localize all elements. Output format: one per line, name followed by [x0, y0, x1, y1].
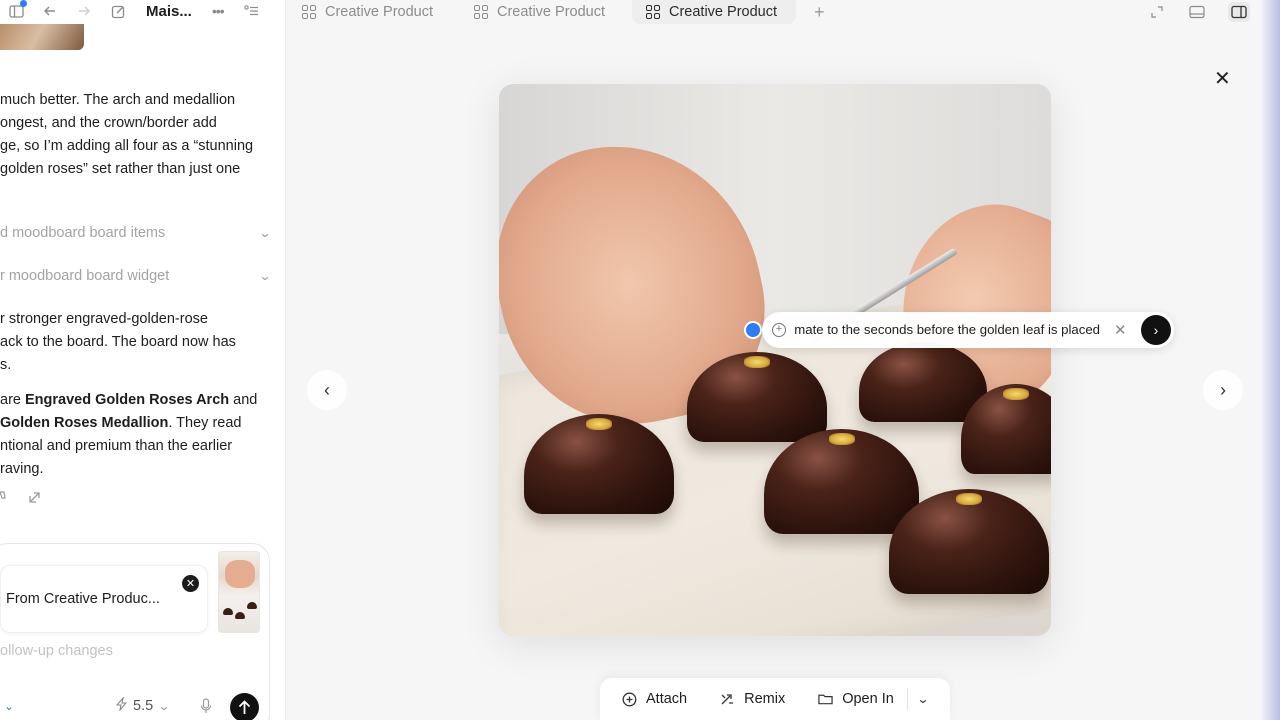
chat-message-line: s. — [0, 357, 12, 373]
panel-right-icon[interactable] — [1228, 2, 1250, 22]
divider — [906, 688, 908, 710]
attachment-label: From Creative Produc... — [6, 591, 160, 607]
open-in-label: Open In — [842, 691, 894, 707]
chat-message-line: ongest, and the crown/border add — [0, 115, 217, 131]
model-selector[interactable]: 5.5 ⌄ — [115, 696, 171, 715]
chevron-down-icon[interactable]: ⌄ — [4, 699, 14, 713]
send-button[interactable] — [230, 693, 259, 720]
panel-bottom-icon[interactable] — [1188, 3, 1206, 21]
chat-message-line: are Engraved Golden Roses Arch and — [0, 389, 257, 412]
tool-call-row[interactable]: d moodboard board items ⌄ — [0, 223, 272, 243]
gold-leaf — [956, 493, 982, 505]
image-action-bar: Attach Remix Open In ⌄ — [600, 678, 950, 720]
tab-label: Creative Product — [669, 4, 777, 20]
desktop-edge — [1262, 0, 1280, 720]
message-actions — [0, 490, 42, 507]
previous-image-button[interactable]: ‹ — [307, 370, 347, 410]
gold-leaf — [1003, 388, 1029, 400]
text-fragment: . They read — [168, 415, 242, 431]
tab-bar: Creative Product Creative Product Creati… — [288, 0, 825, 24]
tool-call-label: d moodboard board items — [0, 225, 166, 241]
edit-prompt-bar[interactable]: + Animate to the seconds before the gold… — [762, 312, 1174, 348]
submit-prompt-button[interactable]: › — [1141, 315, 1171, 345]
microphone-icon[interactable] — [200, 698, 214, 714]
tab-label: Creative Product — [497, 4, 605, 20]
remix-button[interactable]: Remix — [720, 691, 785, 707]
model-version: 5.5 — [133, 698, 154, 714]
clear-icon[interactable]: ✕ — [1114, 321, 1127, 339]
attach-label: Attach — [646, 691, 688, 707]
chevron-down-icon[interactable]: ⌄ — [258, 226, 271, 240]
workspace-title[interactable]: Mais... — [146, 3, 192, 20]
attachment-card[interactable]: From Creative Produc... — [0, 565, 208, 633]
folder-icon — [818, 692, 833, 707]
gold-leaf — [828, 433, 855, 445]
previous-image-thumbnail[interactable] — [0, 24, 84, 50]
close-icon[interactable]: ✕ — [1214, 66, 1231, 91]
add-icon[interactable]: + — [772, 323, 786, 337]
gold-leaf — [586, 418, 612, 430]
chat-panel: Mais... ••• much better. The arch and me… — [0, 0, 286, 720]
grid-icon — [474, 5, 488, 19]
bold-text: Engraved Golden Roses Arch — [25, 392, 230, 408]
chat-message-line: r stronger engraved-golden-rose — [0, 311, 208, 327]
remove-attachment-icon[interactable]: ✕ — [182, 575, 199, 592]
grid-icon — [646, 5, 660, 19]
chevron-right-icon: › — [1220, 379, 1226, 400]
chevron-down-icon[interactable]: ⌄ — [258, 269, 271, 283]
chat-message-line: ack to the board. The board now has — [0, 334, 236, 350]
chevron-down-icon[interactable]: ⌄ — [916, 692, 929, 706]
chat-message-line: ge, so I’m adding all four as a “stunnin… — [0, 138, 254, 154]
lightning-icon — [115, 696, 128, 715]
window-controls — [1148, 2, 1250, 22]
tab-creative-product-2[interactable]: Creative Product — [460, 0, 622, 24]
tab-creative-product-1[interactable]: Creative Product — [288, 0, 450, 24]
composer-placeholder[interactable]: ollow-up changes — [0, 643, 113, 659]
share-icon[interactable] — [28, 490, 42, 507]
remix-icon — [720, 692, 735, 707]
next-image-button[interactable]: › — [1203, 370, 1243, 410]
attach-button[interactable]: Attach — [622, 691, 687, 707]
tab-creative-product-3[interactable]: Creative Product — [632, 0, 796, 24]
attachment-thumbnail[interactable] — [218, 551, 260, 633]
bold-text: Golden Roses Medallion — [0, 415, 169, 431]
gold-leaf — [744, 356, 770, 368]
text-fragment: are — [0, 392, 25, 408]
chevron-left-icon: ‹ — [324, 379, 330, 400]
sidebar-icon[interactable] — [8, 0, 27, 19]
composer-toolbar: ⌄ 5.5 ⌄ — [0, 693, 270, 720]
open-in-button[interactable]: Open In — [818, 691, 894, 707]
chevron-down-icon: ⌄ — [157, 699, 171, 713]
tab-label: Creative Product — [325, 4, 433, 20]
remix-label: Remix — [744, 691, 786, 707]
chat-message-line: golden roses” set rather than just one — [0, 161, 241, 177]
new-tab-icon[interactable]: + — [814, 2, 825, 23]
edit-prompt-input[interactable]: Animate to the seconds before the golden… — [794, 322, 1100, 337]
attach-icon — [622, 692, 637, 707]
chat-message-line: raving. — [0, 461, 44, 477]
tool-call-row[interactable]: r moodboard board widget ⌄ — [0, 266, 272, 286]
chat-toolbar: Mais... ••• — [0, 0, 285, 22]
edit-prompt-text: Animate to the seconds before the golden… — [794, 322, 1100, 337]
chat-message-line: ntional and premium than the earlier — [0, 438, 233, 454]
new-chat-icon[interactable] — [110, 3, 126, 19]
chat-message-line: much better. The arch and medallion — [0, 92, 236, 108]
thumbs-down-icon[interactable] — [0, 490, 10, 507]
generated-image[interactable] — [499, 84, 1051, 636]
prompt-anchor-dot[interactable] — [744, 321, 762, 339]
tool-call-label: r moodboard board widget — [0, 268, 170, 284]
notification-dot — [20, 0, 27, 7]
back-icon[interactable] — [42, 3, 58, 19]
expand-icon[interactable] — [1148, 3, 1166, 21]
more-icon[interactable]: ••• — [210, 3, 226, 19]
grid-icon — [302, 5, 316, 19]
chat-message-line: Golden Roses Medallion. They read — [0, 412, 241, 435]
list-icon[interactable] — [244, 3, 260, 19]
forward-icon[interactable] — [76, 3, 92, 19]
text-fragment: and — [229, 392, 258, 408]
